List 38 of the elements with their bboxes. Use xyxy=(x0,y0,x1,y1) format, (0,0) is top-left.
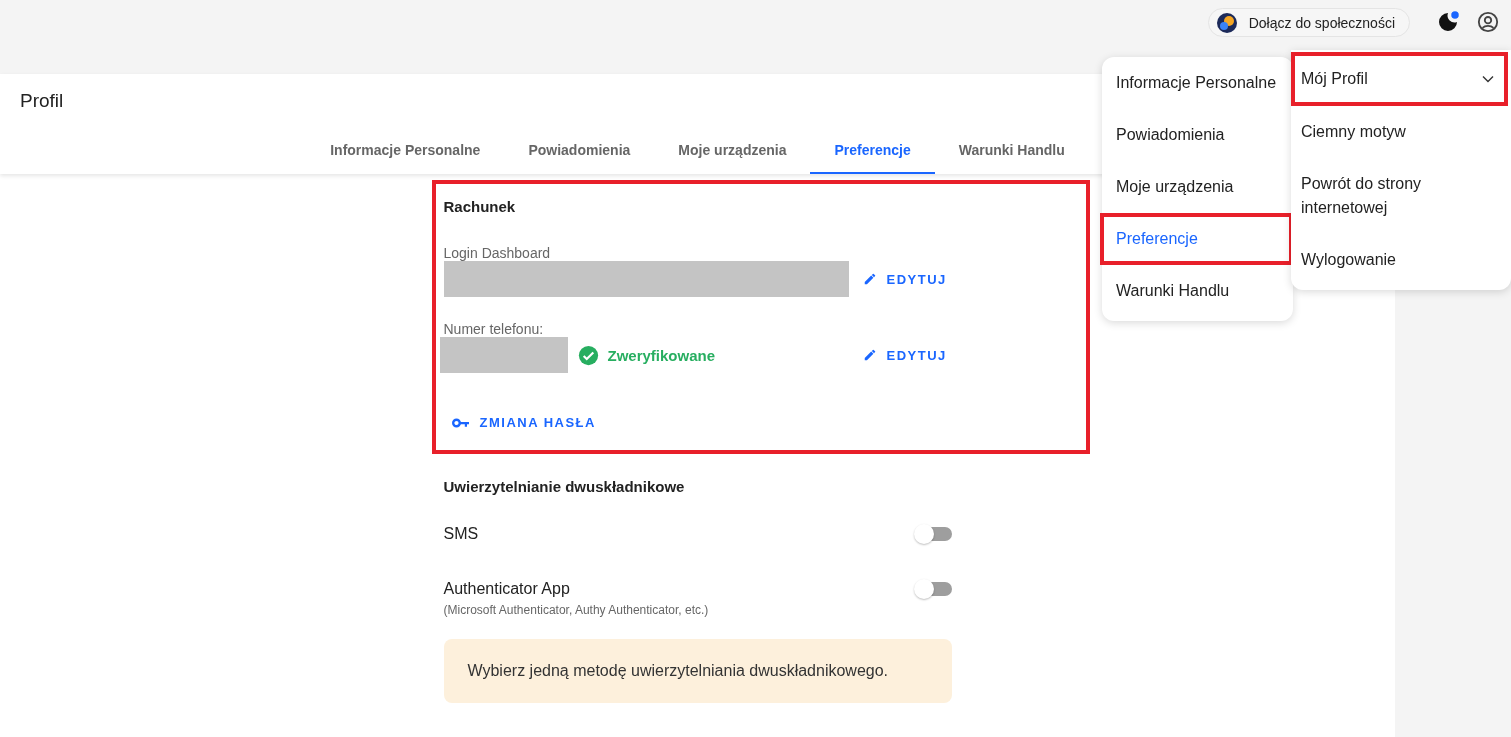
option-description: (Microsoft Authenticator, Authy Authenticator, etc.) xyxy=(443,603,709,617)
section-title: Rachunek xyxy=(443,198,517,215)
menu-item[interactable]: Warunki Handlu xyxy=(1102,265,1293,317)
profile-menu-button[interactable]: Mój Profil xyxy=(1291,52,1508,106)
field-label: Login Dashboard xyxy=(443,245,552,261)
user-icon[interactable] xyxy=(1477,11,1499,33)
community-button[interactable]: Dołącz do społeczności xyxy=(1207,8,1410,37)
option-label: Authenticator App xyxy=(443,580,571,598)
profile-tab[interactable]: Powiadomienia xyxy=(504,140,655,174)
edit-button[interactable]: EDYTUJ xyxy=(862,347,1078,363)
profile-tab[interactable]: Informacje Personalne xyxy=(306,140,505,174)
menu-item[interactable]: Powiadomienia xyxy=(1102,109,1293,161)
verified-status: Zweryfikowane xyxy=(607,346,716,364)
page-title: Profil xyxy=(20,90,64,110)
menu-item[interactable]: Wylogowanie xyxy=(1291,234,1511,286)
pencil-icon xyxy=(862,348,877,362)
profile-tab[interactable]: Preferencje xyxy=(810,140,935,174)
moon-icon[interactable] xyxy=(1436,10,1460,34)
toggle-switch[interactable] xyxy=(913,524,952,544)
menu-item[interactable]: Ciemny motyw xyxy=(1291,106,1511,158)
menu-item[interactable]: Preferencje xyxy=(1100,213,1293,265)
key-icon xyxy=(451,417,470,428)
pencil-icon xyxy=(862,272,877,286)
menu-item[interactable]: Powrót do strony internetowej xyxy=(1291,158,1511,234)
toggle-thumb[interactable] xyxy=(913,524,934,544)
profile-tab[interactable]: Moje urządzenia xyxy=(654,140,811,174)
menu-item[interactable]: Moje urządzenia xyxy=(1102,161,1293,213)
section-title: Uwierzytelnianie dwuskładnikowe xyxy=(443,478,686,495)
menu-item[interactable]: Informacje Personalne xyxy=(1102,57,1293,109)
change-password-button[interactable]: ZMIANA HASŁA xyxy=(451,415,596,430)
community-logo-icon xyxy=(1216,12,1237,33)
field-label: Numer telefonu: xyxy=(443,321,545,337)
option-label: SMS xyxy=(443,525,479,543)
info-notice: Wybierz jedną metodę uwierzytelniania dwuskładnikowego. xyxy=(443,639,952,703)
toggle-thumb[interactable] xyxy=(913,579,934,599)
profile-tab[interactable]: Warunki Handlu xyxy=(934,140,1089,174)
toggle-switch[interactable] xyxy=(913,579,952,599)
edit-button[interactable]: EDYTUJ xyxy=(862,271,1078,287)
